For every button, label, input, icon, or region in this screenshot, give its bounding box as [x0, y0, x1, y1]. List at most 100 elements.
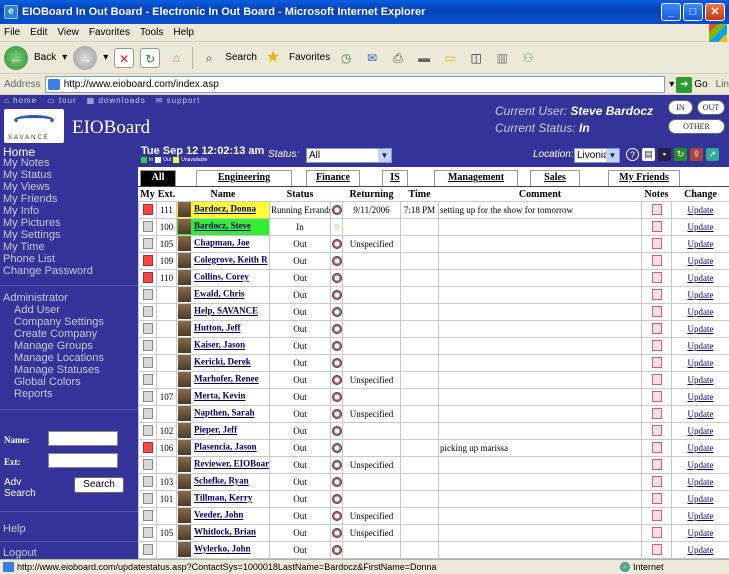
notes-icon[interactable]	[651, 527, 662, 539]
notes-cell[interactable]	[641, 336, 672, 355]
back-dropdown-icon[interactable]: ▾	[62, 52, 67, 63]
friend-flag-icon[interactable]	[142, 289, 153, 301]
my-friend-cell[interactable]	[138, 302, 157, 321]
tab-sales[interactable]: Sales	[530, 170, 580, 186]
my-friend-cell[interactable]	[138, 489, 157, 508]
user-name-link[interactable]: Bardocz, Donna	[194, 204, 256, 214]
name-cell[interactable]: Schefke, Ryan	[176, 472, 270, 491]
notes-icon[interactable]	[651, 374, 662, 386]
menu-help[interactable]: Help	[173, 27, 194, 38]
location-filter-select[interactable]: Livonia ▼	[574, 148, 620, 163]
nav-support[interactable]: ✉ support	[156, 96, 201, 105]
name-cell[interactable]: Hutton, Jeff	[176, 319, 270, 338]
user-name-link[interactable]: Hutton, Jeff	[194, 323, 241, 333]
notes-cell[interactable]	[641, 370, 672, 389]
friend-flag-icon[interactable]	[142, 510, 153, 522]
name-cell[interactable]: Colegrove, Keith R	[176, 251, 270, 270]
name-search-input[interactable]	[48, 431, 118, 446]
back-arrow-icon[interactable]: ←	[4, 45, 28, 70]
notes-cell[interactable]	[641, 200, 672, 219]
update-link[interactable]: Update	[671, 455, 729, 474]
col-header-name[interactable]: Name	[176, 188, 270, 201]
my-friend-cell[interactable]	[138, 200, 157, 219]
popout-icon[interactable]: ↗	[706, 148, 719, 161]
home-icon[interactable]: ⌂	[166, 48, 186, 68]
name-cell[interactable]: Napthen, Sarah	[176, 404, 270, 423]
user-name-link[interactable]: Pieper, Jeff	[194, 425, 237, 435]
user-name-link[interactable]: Marhofer, Renee	[194, 374, 259, 384]
update-link[interactable]: Update	[671, 302, 729, 321]
my-friend-cell[interactable]	[138, 506, 157, 525]
sidebar-item-reports[interactable]: Reports	[14, 388, 53, 400]
notes-cell[interactable]	[641, 404, 672, 423]
sidebar-item-logout[interactable]: Logout	[3, 547, 37, 559]
notes-cell[interactable]	[641, 421, 672, 440]
update-link[interactable]: Update	[671, 540, 729, 559]
notes-icon[interactable]	[651, 442, 662, 454]
sidebar-item-my-status[interactable]: My Status	[3, 169, 52, 181]
in-button[interactable]: IN	[668, 100, 693, 115]
user-name-link[interactable]: Bardocz, Steve	[194, 221, 251, 231]
my-friend-cell[interactable]	[138, 353, 157, 372]
notes-cell[interactable]	[641, 472, 672, 491]
friend-flag-icon[interactable]	[142, 306, 153, 318]
tab-finance[interactable]: Finance	[306, 170, 360, 186]
tab-engineering[interactable]: Engineering	[196, 170, 292, 186]
notes-icon[interactable]	[651, 238, 662, 250]
notes-icon[interactable]	[651, 459, 662, 471]
user-name-link[interactable]: Tillman, Kerry	[194, 493, 252, 503]
update-link[interactable]: Update	[671, 404, 729, 423]
update-link[interactable]: Update	[671, 268, 729, 287]
sidebar-item-manage-groups[interactable]: Manage Groups	[14, 340, 93, 352]
nav-tour[interactable]: ▭ tour	[47, 96, 77, 105]
my-friend-cell[interactable]	[138, 455, 157, 474]
friend-flag-icon[interactable]	[142, 544, 153, 556]
forward-dropdown-icon[interactable]: ▾	[103, 52, 108, 63]
my-friend-cell[interactable]	[138, 285, 157, 304]
folder-icon[interactable]: ▭	[440, 48, 460, 68]
name-cell[interactable]: Marhofer, Renee	[176, 370, 270, 389]
friend-flag-icon[interactable]	[142, 442, 153, 454]
sidebar-item-my-friends[interactable]: My Friends	[3, 193, 57, 205]
notes-icon[interactable]	[651, 204, 662, 216]
name-cell[interactable]: Bardocz, Steve	[176, 217, 270, 236]
name-cell[interactable]: Help, SAVANCE	[176, 302, 270, 321]
user-name-link[interactable]: Ewald, Chris	[194, 289, 245, 299]
name-cell[interactable]: Plasencia, Jason	[176, 438, 270, 457]
friend-flag-icon[interactable]	[142, 255, 153, 267]
my-friend-cell[interactable]	[138, 251, 157, 270]
sidebar-item-my-info[interactable]: My Info	[3, 205, 39, 217]
status-filter-select[interactable]: All ▼	[306, 148, 392, 163]
user-name-link[interactable]: Merta, Kevin	[194, 391, 245, 401]
refresh-board-icon[interactable]: ↻	[674, 148, 687, 161]
history-icon[interactable]: ◷	[336, 48, 356, 68]
friend-flag-icon[interactable]	[142, 425, 153, 437]
menu-view[interactable]: View	[57, 27, 79, 38]
friend-flag-icon[interactable]	[142, 204, 153, 216]
my-friend-cell[interactable]	[138, 438, 157, 457]
notes-cell[interactable]	[641, 455, 672, 474]
stop-icon[interactable]: ✕	[114, 47, 135, 68]
col-header-status[interactable]: Status	[269, 188, 331, 201]
sidebar-item-change-password[interactable]: Change Password	[3, 265, 93, 277]
sidebar-item-my-pictures[interactable]: My Pictures	[3, 217, 60, 229]
address-dropdown-icon[interactable]: ▾	[669, 79, 674, 90]
user-name-link[interactable]: Schefke, Ryan	[194, 476, 249, 486]
sidebar-item-manage-statuses[interactable]: Manage Statuses	[14, 364, 100, 376]
update-link[interactable]: Update	[671, 353, 729, 372]
mail-icon[interactable]: ✉	[362, 48, 382, 68]
friend-flag-icon[interactable]	[142, 391, 153, 403]
my-friend-cell[interactable]	[138, 404, 157, 423]
sidebar-item-help[interactable]: Help	[3, 523, 26, 535]
friend-flag-icon[interactable]	[142, 408, 153, 420]
friend-flag-icon[interactable]	[142, 238, 153, 250]
user-name-link[interactable]: Plasencia, Jason	[194, 442, 257, 452]
user-name-link[interactable]: Veeder, John	[194, 510, 243, 520]
nav-downloads[interactable]: ▦ downloads	[87, 96, 146, 105]
my-friend-cell[interactable]	[138, 472, 157, 491]
back-button[interactable]: Back	[34, 52, 56, 63]
notes-icon[interactable]	[651, 476, 662, 488]
other-button[interactable]: OTHER	[668, 119, 725, 134]
my-friend-cell[interactable]	[138, 268, 157, 287]
notes-cell[interactable]	[641, 523, 672, 542]
